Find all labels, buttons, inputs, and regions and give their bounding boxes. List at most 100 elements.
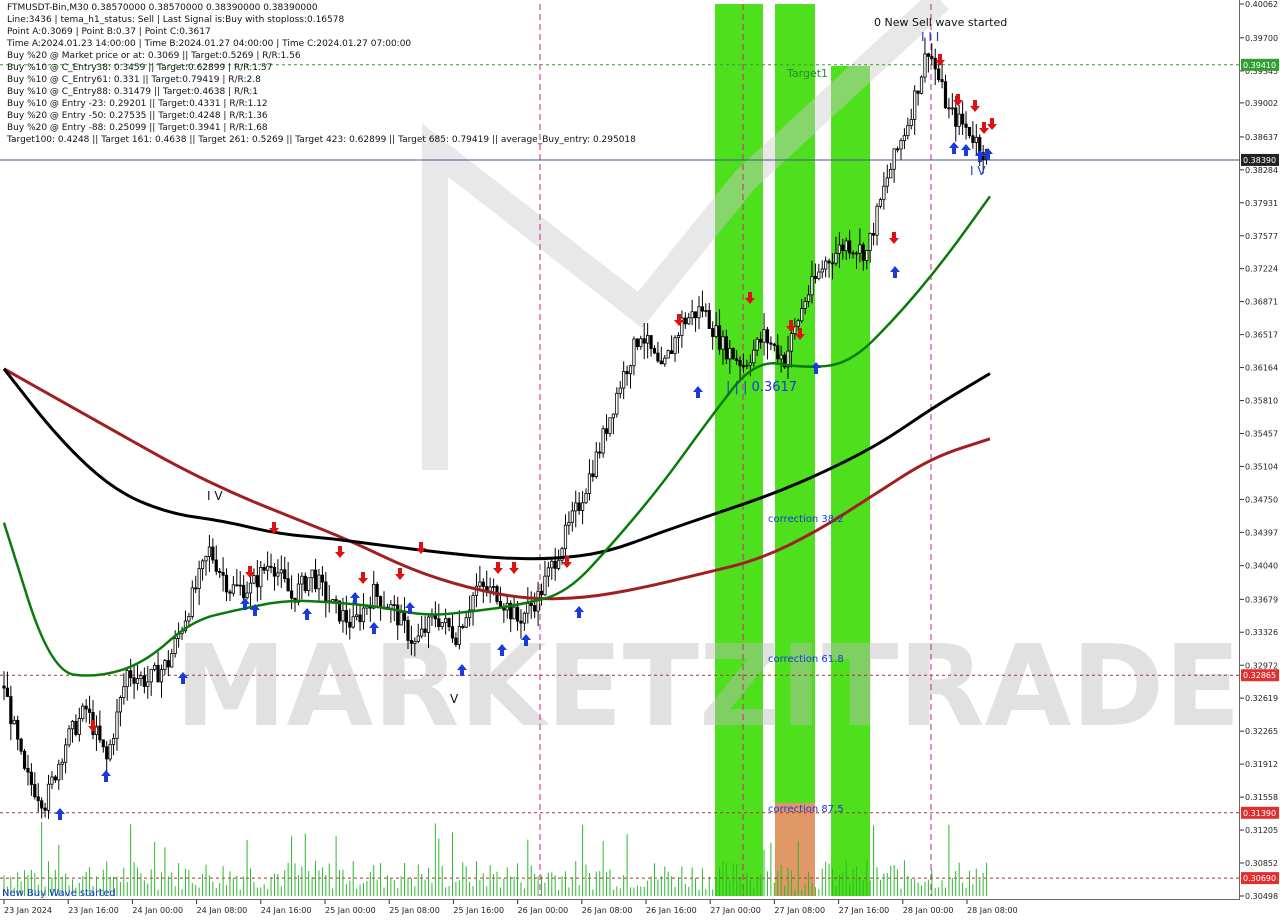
- candle-body: [673, 337, 677, 354]
- candle-body: [543, 575, 547, 596]
- candle-body: [615, 392, 619, 415]
- candle-body: [307, 577, 311, 592]
- candle-body: [207, 546, 212, 557]
- info-line: Buy %20 @ Entry -50: 0.27535 || Target:0…: [7, 111, 268, 121]
- candle-body: [967, 126, 972, 137]
- candle-body: [704, 310, 708, 312]
- candle-body: [611, 413, 616, 419]
- candle-body: [12, 719, 16, 725]
- candle-body: [491, 586, 496, 588]
- candle-body: [587, 473, 592, 494]
- candle-body: [933, 57, 937, 70]
- candle-body: [402, 611, 407, 621]
- info-line: Target100: 0.4248 || Target 161: 0.4638 …: [7, 135, 636, 145]
- candle-body: [228, 591, 232, 594]
- candle-body: [248, 582, 253, 594]
- x-tick-label: 28 Jan 00:00: [903, 906, 954, 915]
- y-tick-label: 0.33326: [1245, 628, 1278, 637]
- chart-window: MARKETZITRADE 0.40062 0.39700 0.39345 0.390…: [0, 0, 1280, 920]
- candle-body: [454, 637, 458, 645]
- sell-arrow-icon: [889, 232, 899, 244]
- candle-body: [697, 306, 701, 319]
- candle-body: [608, 417, 612, 434]
- target1-label: Target1: [787, 67, 829, 80]
- candle-body: [43, 807, 47, 811]
- x-tick-label: 23 Jan 16:00: [68, 906, 119, 915]
- candle-body: [690, 311, 694, 319]
- zone-green-1: [715, 4, 763, 896]
- candle-body: [423, 628, 427, 633]
- candle-body: [279, 569, 283, 574]
- y-tick-label: 0.36164: [1245, 364, 1278, 373]
- candle-body: [971, 135, 975, 143]
- candle-body: [16, 719, 20, 740]
- candle-body: [902, 135, 907, 141]
- candle-body: [115, 711, 119, 739]
- candle-body: [512, 606, 516, 620]
- candle-body: [57, 763, 61, 781]
- candle-body: [53, 776, 57, 781]
- candle-body: [481, 581, 485, 587]
- candle-body: [652, 348, 657, 354]
- candle-body: [728, 348, 732, 360]
- y-tick-label: 0.30852: [1245, 859, 1278, 868]
- price-badge-label: 0.32865: [1243, 671, 1276, 680]
- candle-body: [139, 675, 143, 680]
- y-tick-label: 0.37577: [1245, 232, 1278, 241]
- candle-body: [663, 357, 667, 365]
- point-c-label: | | | 0.3617: [726, 380, 798, 395]
- plot-area[interactable]: MARKETZITRADE 0.40062 0.39700 0.39345 0.390…: [0, 0, 1279, 915]
- candle-body: [937, 68, 941, 80]
- watermark-layer: MARKETZITRADE: [175, 0, 1241, 752]
- wave-v-label: V: [450, 692, 459, 706]
- price-badge-label: 0.30690: [1243, 874, 1276, 883]
- candle-body: [574, 502, 578, 512]
- candle-body: [84, 705, 88, 710]
- candle-body: [642, 338, 646, 344]
- candle-body: [923, 53, 927, 78]
- y-tick-label: 0.34040: [1245, 562, 1278, 571]
- y-tick-label: 0.35810: [1245, 397, 1278, 406]
- candle-body: [478, 581, 482, 587]
- candle-body: [355, 614, 359, 618]
- candle-body: [36, 796, 40, 802]
- candle-body: [153, 664, 157, 670]
- candle-body: [861, 244, 865, 261]
- x-tick-label: 26 Jan 00:00: [518, 906, 569, 915]
- candle-body: [895, 148, 900, 151]
- candle-body: [943, 81, 948, 109]
- candle-body: [748, 362, 752, 366]
- candle-body: [235, 584, 239, 587]
- candle-body: [553, 560, 557, 569]
- candle-body: [738, 360, 742, 367]
- candle-body: [461, 626, 465, 628]
- candle-body: [197, 568, 201, 589]
- x-tick-label: 27 Jan 16:00: [839, 906, 890, 915]
- candle-body: [433, 614, 437, 620]
- candle-body: [741, 365, 746, 368]
- candle-body: [450, 626, 455, 639]
- candle-body: [266, 565, 270, 571]
- candle-body: [118, 697, 123, 713]
- candle-body: [259, 567, 263, 588]
- candle-body: [519, 620, 523, 624]
- info-line: Time A:2024.01.23 14:00:00 | Time B:2024…: [7, 39, 412, 49]
- candle-body: [803, 301, 807, 309]
- candle-body: [351, 616, 355, 628]
- candle-body: [957, 113, 961, 127]
- candle-body: [906, 125, 910, 137]
- candle-body: [635, 338, 639, 347]
- candle-body: [214, 559, 218, 572]
- candle-body: [533, 605, 537, 612]
- candle-body: [310, 569, 314, 579]
- candle-body: [529, 602, 533, 606]
- new-sell-wave-label: 0 New Sell wave started: [874, 16, 1008, 29]
- candle-body: [796, 320, 800, 327]
- candle-body: [875, 205, 879, 236]
- candle-body: [622, 371, 626, 389]
- candle-body: [406, 619, 410, 641]
- candle-body: [844, 240, 848, 252]
- candle-body: [437, 618, 441, 628]
- candle-body: [50, 776, 54, 785]
- candle-body: [87, 708, 92, 713]
